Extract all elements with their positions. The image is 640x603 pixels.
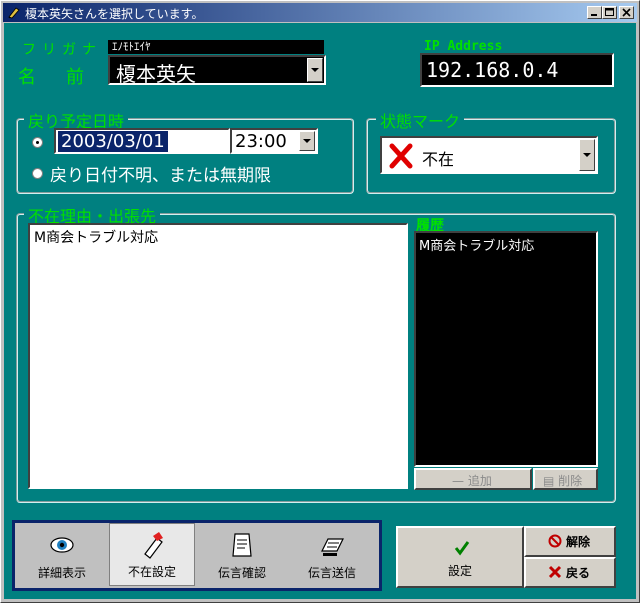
ip-value: 192.168.0.4	[426, 58, 559, 82]
name-select[interactable]: 榎本英矢	[108, 55, 326, 86]
release-button[interactable]: 解除	[524, 526, 616, 557]
name-value: 榎本英矢	[116, 62, 196, 86]
close-icon	[622, 8, 631, 17]
return-date-radio[interactable]	[32, 137, 43, 148]
time-dropdown-button[interactable]	[299, 131, 315, 151]
back-label: 戻る	[566, 566, 591, 580]
minimize-icon	[591, 14, 597, 16]
prohibit-icon	[548, 534, 562, 548]
status-dropdown-button[interactable]	[579, 139, 595, 171]
add-icon: —	[452, 474, 464, 488]
back-button[interactable]: 戻る	[524, 557, 616, 588]
status-group-title: 状態マーク	[376, 108, 465, 132]
toolbar-message-send-button[interactable]: 伝言送信	[289, 523, 375, 586]
history-list[interactable]: M商会トラブル対応	[414, 231, 598, 467]
release-label: 解除	[566, 535, 591, 549]
time-select[interactable]: 23:00	[230, 128, 318, 154]
date-value: 2003/03/01	[58, 131, 168, 152]
name-label: 名 前	[18, 67, 90, 88]
toolbar-message-send-label: 伝言送信	[307, 566, 356, 580]
client-area: フリガナ ｴﾉﾓﾄｴｲﾔ 名 前 榎本英矢 IP Address 192.168…	[4, 23, 636, 599]
toolbar-absence-button[interactable]: 不在設定	[109, 523, 195, 586]
reason-textarea[interactable]: M商会トラブル対応	[28, 223, 408, 489]
close-button[interactable]	[619, 6, 634, 19]
toolbar-message-check-label: 伝言確認	[217, 566, 266, 580]
status-select[interactable]: 不在	[380, 136, 598, 174]
name-dropdown-button[interactable]	[307, 58, 323, 82]
minimize-button[interactable]	[587, 6, 602, 19]
unknown-date-radio[interactable]	[32, 168, 43, 179]
date-field[interactable]: 2003/03/01	[54, 128, 230, 154]
absence-pen-icon	[144, 532, 163, 559]
history-add-button[interactable]: — 追加	[414, 468, 532, 490]
set-label: 設定	[447, 564, 472, 578]
red-x-icon	[548, 565, 562, 579]
absent-x-icon	[389, 143, 413, 169]
reason-text: M商会トラブル対応	[34, 230, 159, 246]
ip-label: IP Address	[424, 39, 503, 54]
app-icon	[8, 7, 20, 19]
maximize-button[interactable]	[602, 6, 617, 19]
toolbar-detail-button[interactable]: 詳細表示	[19, 523, 105, 586]
set-button[interactable]: 設定	[396, 526, 524, 588]
unknown-date-label[interactable]: 戻り日付不明、または無期限	[50, 161, 271, 186]
history-add-label: 追加	[467, 474, 492, 488]
history-delete-button[interactable]: ▤ 削除	[533, 468, 598, 490]
time-value: 23:00	[235, 131, 287, 152]
trash-icon: ▤	[543, 474, 555, 488]
ip-field: 192.168.0.4	[420, 53, 614, 87]
furigana-field[interactable]: ｴﾉﾓﾄｴｲﾔ	[108, 40, 324, 54]
furigana-label: フリガナ	[22, 42, 102, 58]
eye-icon	[50, 537, 74, 553]
message-send-icon	[321, 538, 344, 556]
toolbar-message-check-button[interactable]: 伝言確認	[199, 523, 285, 586]
toolbar-detail-label: 詳細表示	[37, 566, 86, 580]
title-bar: 榎本英矢さんを選択しています。	[3, 3, 637, 22]
history-delete-label: 削除	[558, 474, 583, 488]
maximize-icon	[605, 8, 614, 16]
window-title: 榎本英矢さんを選択しています。	[25, 7, 204, 21]
history-item[interactable]: M商会トラブル対応	[419, 235, 534, 254]
status-value: 不在	[422, 150, 455, 169]
toolbar-absence-label: 不在設定	[127, 565, 176, 579]
app-window: 榎本英矢さんを選択しています。 フリガナ ｴﾉﾓﾄｴｲﾔ 名 前 榎本英矢 IP…	[0, 0, 640, 603]
checkmark-icon	[454, 541, 470, 556]
toolbar: 詳細表示 不在設定 伝言確認 伝言送信	[12, 520, 382, 591]
message-check-icon	[232, 533, 252, 557]
